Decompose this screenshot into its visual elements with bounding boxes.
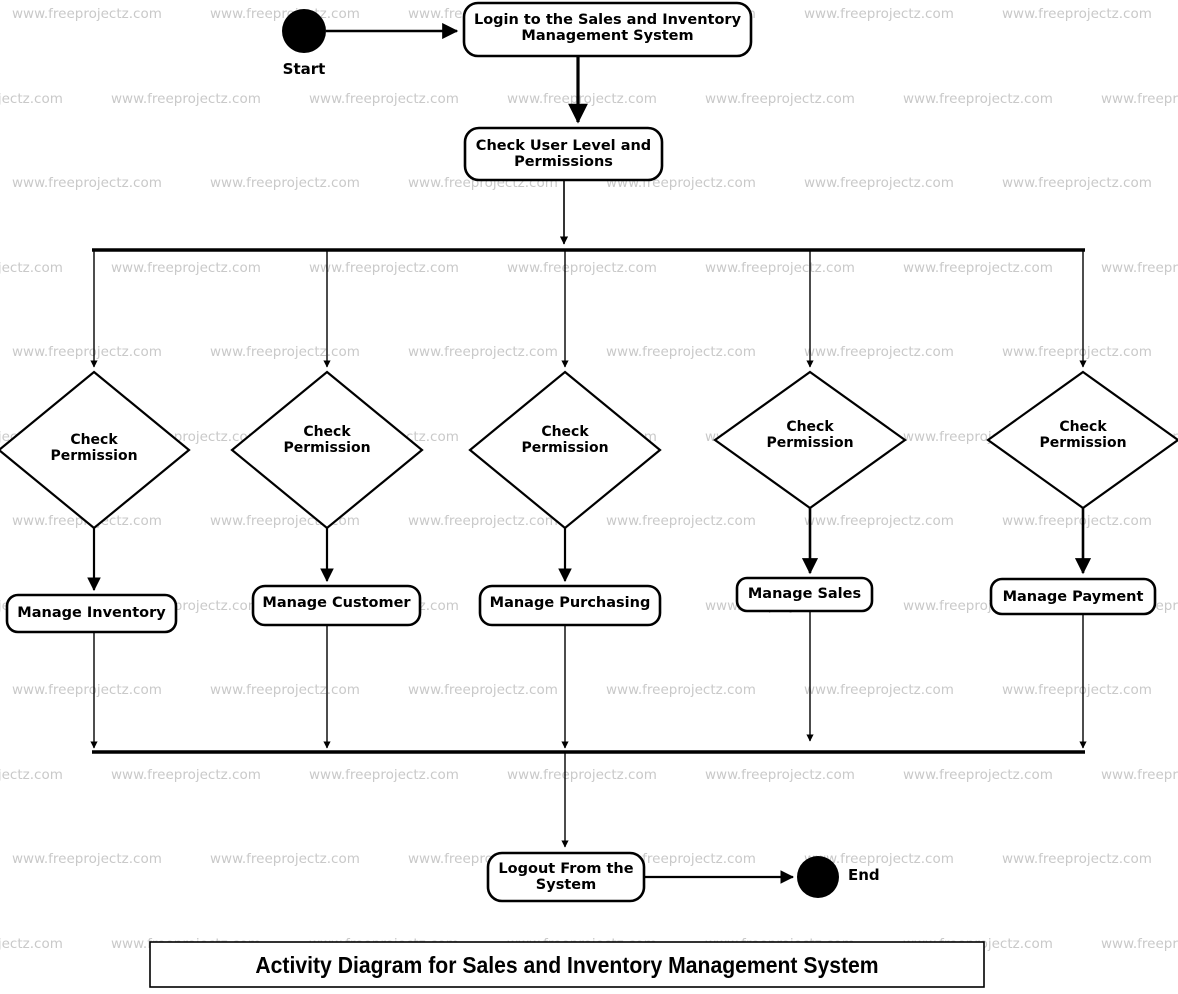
- action-manage-customer: [251, 584, 422, 627]
- action-login: [462, 1, 753, 58]
- decision-check-permission-payment: [986, 370, 1178, 510]
- decision-check-permission-sales: [713, 370, 907, 510]
- end-node: [797, 856, 839, 898]
- decision-check-permission-customer: [230, 370, 424, 530]
- activity-diagram-canvas: www.freeprojectz.com www.freeprojectz.com…: [0, 0, 1178, 994]
- action-logout: [486, 851, 646, 903]
- action-manage-purchasing: [478, 584, 662, 627]
- action-manage-sales: [735, 576, 874, 613]
- diagram-vector-layer: [0, 1, 1178, 988]
- diagram-title: Activity Diagram for Sales and Inventory…: [255, 952, 879, 978]
- decision-check-permission-inventory: [0, 370, 191, 530]
- action-manage-payment: [989, 577, 1157, 616]
- start-node: [282, 9, 326, 53]
- decision-check-permission-purchasing: [468, 370, 662, 530]
- action-manage-inventory: [5, 593, 178, 634]
- action-check-user-level: [463, 126, 664, 182]
